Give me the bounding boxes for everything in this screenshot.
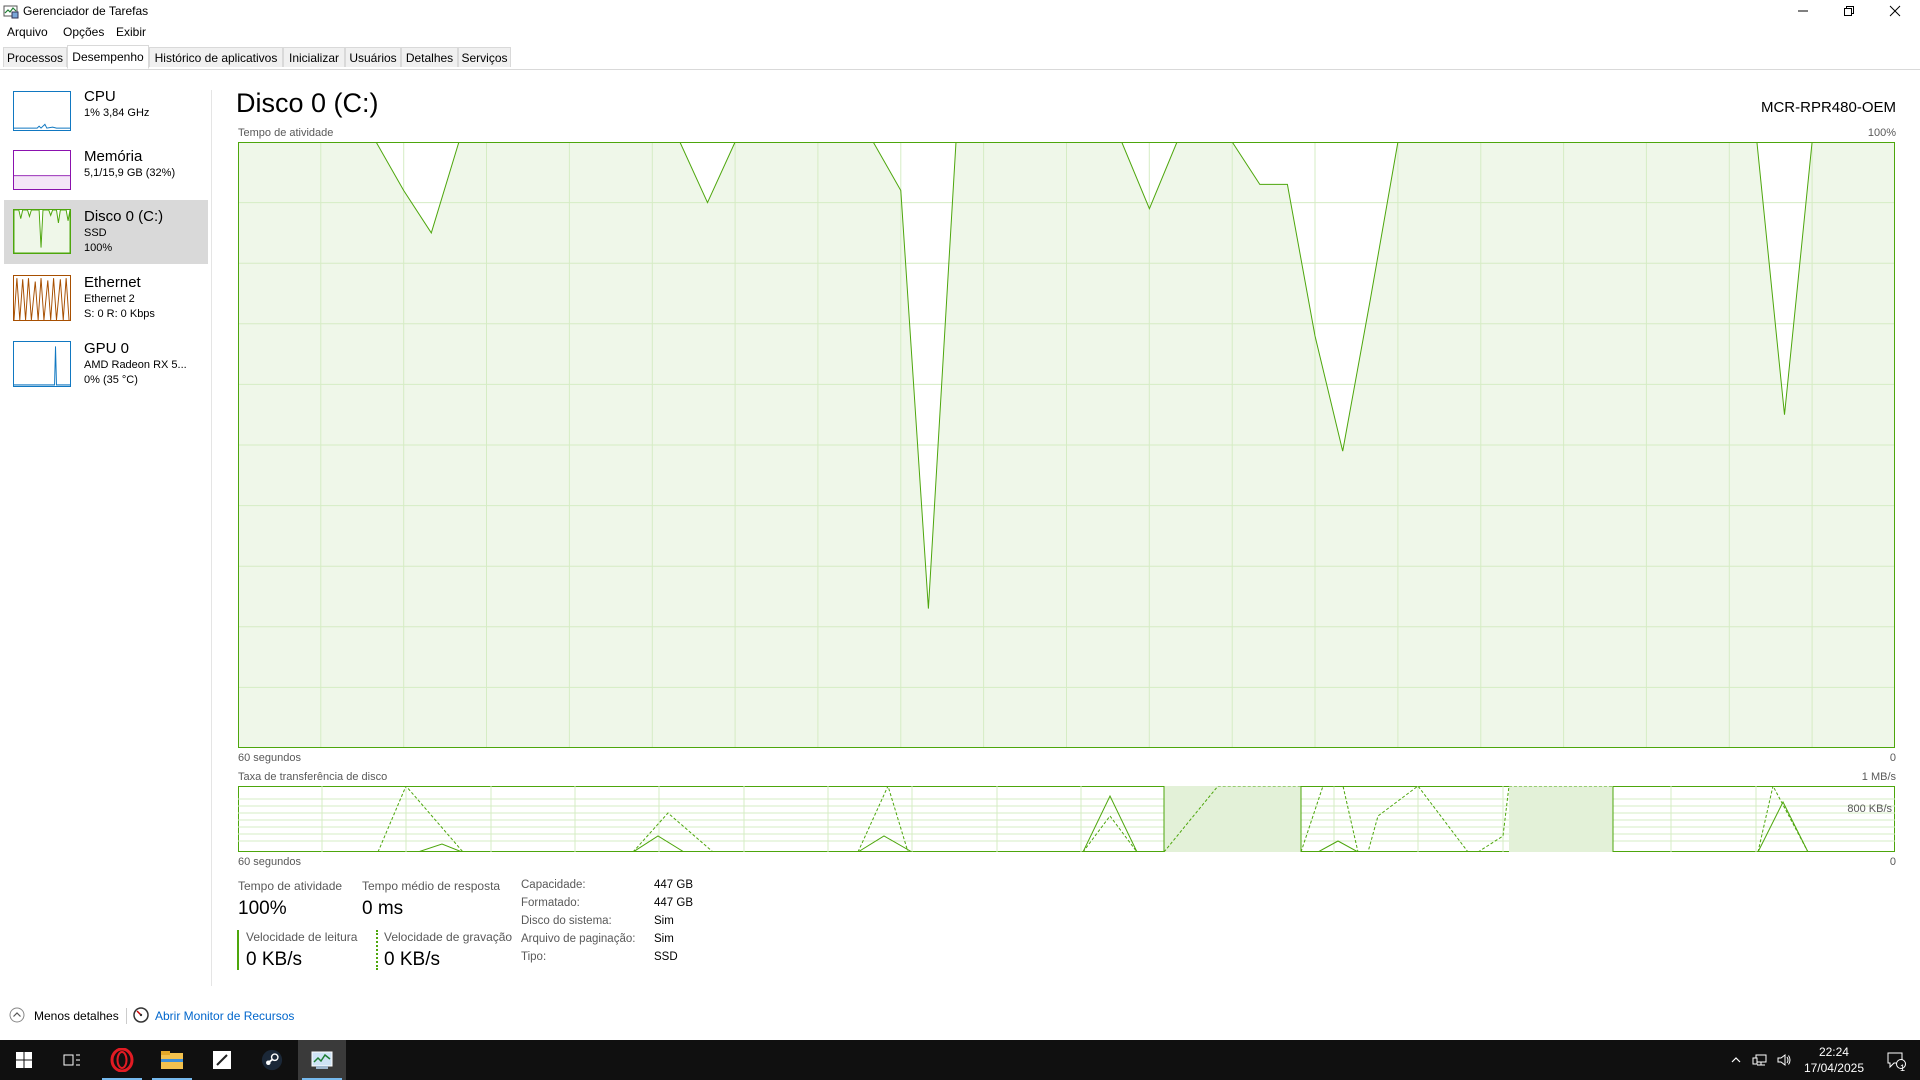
notepad-icon[interactable] [198,1040,246,1080]
property-value: 447 GB [654,897,693,909]
activity-stat-value: 100% [238,898,287,919]
gpu-thumbnail-graph [13,341,71,387]
tab-usuarios[interactable]: Usuários [345,47,401,67]
sidebar-item-detail: AMD Radeon RX 5... [84,359,187,371]
chevron-up-icon[interactable] [9,1007,25,1023]
resource-monitor-icon[interactable] [133,1007,149,1023]
footer-bar: Menos detalhes Abrir Monitor de Recursos [0,1002,1920,1028]
sidebar-item-label: Memória [84,148,143,165]
sidebar-item-label: Disco 0 (C:) [84,208,164,225]
notification-icon[interactable]: 1 [1880,1040,1912,1080]
transfer-time-label: 60 segundos [238,856,301,868]
property-value: 447 GB [654,879,693,891]
clock[interactable]: 22:24 17/04/2025 [1804,1044,1864,1076]
read-speed-label: Velocidade de leitura [246,930,358,944]
tab-detalhes[interactable]: Detalhes [401,47,458,67]
sidebar-item-throughput: S: 0 R: 0 Kbps [84,308,155,320]
minimize-button[interactable] [1780,0,1826,22]
property-key: Arquivo de paginação: [521,933,636,945]
activity-time-label: 60 segundos [238,752,301,764]
task-manager-taskbar-icon[interactable] [298,1040,346,1080]
memory-thumbnail-graph [13,150,71,190]
performance-sidebar: CPU 1% 3,84 GHz Memória 5,1/15,9 GB (32%… [0,86,210,986]
clock-time: 22:24 [1818,1045,1849,1059]
title-bar: Gerenciador de Tarefas [0,0,1920,22]
disk-model: MCR-RPR480-OEM [1760,99,1896,116]
write-speed-indicator [376,930,378,970]
volume-icon[interactable] [1773,1040,1795,1080]
sidebar-item-detail: 5,1/15,9 GB (32%) [84,167,176,179]
notification-count: 1 [1900,1063,1906,1073]
chevron-up-icon[interactable] [1725,1040,1747,1080]
property-key: Formatado: [521,897,580,909]
property-value: Sim [654,933,674,945]
response-stat-value: 0 ms [362,898,404,919]
cpu-thumbnail-graph [13,91,71,131]
sidebar-item-label: GPU 0 [84,340,130,357]
transfer-mid-label: 800 KB/s [1847,803,1892,815]
sidebar-item-usage: 100% [84,242,113,254]
activity-zero-label: 0 [1889,752,1896,764]
property-value: SSD [654,951,678,963]
sidebar-item-label: Ethernet [84,274,141,291]
sidebar-item-usage: 0% (35 °C) [84,374,138,386]
transfer-graph [238,786,1895,852]
window-title: Gerenciador de Tarefas [23,4,149,18]
write-speed-label: Velocidade de gravação [384,930,513,944]
tab-servicos[interactable]: Serviços [458,47,511,67]
tab-strip: Processos Desempenho Histórico de aplica… [0,45,1920,70]
transfer-zero-label: 0 [1889,856,1896,868]
sidebar-item-detail: Ethernet 2 [84,293,135,305]
sidebar-item-disk[interactable]: Disco 0 (C:) SSD 100% [4,200,208,264]
sidebar-item-cpu[interactable]: CPU 1% 3,84 GHz [4,86,208,150]
clock-date: 17/04/2025 [1803,1061,1864,1075]
activity-stat-label: Tempo de atividade [238,879,343,893]
read-speed-value: 0 KB/s [246,949,302,970]
tab-historico[interactable]: Histórico de aplicativos [149,47,283,67]
property-key: Capacidade: [521,879,586,891]
sidebar-item-label: CPU [84,88,116,105]
taskbar: 22:24 17/04/2025 1 [0,1040,1920,1080]
open-resource-monitor-link[interactable]: Abrir Monitor de Recursos [155,1009,294,1023]
property-value: Sim [654,915,674,927]
ethernet-thumbnail-graph [13,275,71,321]
response-stat-label: Tempo médio de resposta [362,879,501,893]
tab-desempenho[interactable]: Desempenho [67,45,149,69]
sidebar-item-detail: 1% 3,84 GHz [84,107,150,119]
fewer-details-button[interactable]: Menos detalhes [34,1009,119,1023]
sidebar-item-ethernet[interactable]: Ethernet Ethernet 2 S: 0 R: 0 Kbps [4,266,208,330]
sidebar-divider [211,90,212,986]
menu-opcoes[interactable]: Opções [63,25,104,39]
restore-button[interactable] [1826,0,1872,22]
tab-inicializar[interactable]: Inicializar [283,47,345,67]
write-speed-value: 0 KB/s [384,949,440,970]
network-icon[interactable] [1749,1040,1771,1080]
property-key: Tipo: [521,951,547,963]
footer-divider [126,1008,127,1024]
file-explorer-icon[interactable] [148,1040,196,1080]
sidebar-item-detail: SSD [84,227,107,239]
menu-exibir[interactable]: Exibir [116,25,146,39]
task-view-icon[interactable] [48,1040,96,1080]
start-icon[interactable] [0,1040,48,1080]
transfer-graph-max: 1 MB/s [1861,771,1896,783]
read-speed-indicator [237,930,239,970]
activity-graph [238,142,1895,748]
property-key: Disco do sistema: [521,915,612,927]
sidebar-item-gpu[interactable]: GPU 0 AMD Radeon RX 5... 0% (35 °C) [4,332,208,396]
transfer-graph-label: Taxa de transferência de disco [238,771,388,783]
close-button[interactable] [1872,0,1918,22]
activity-graph-max: 100% [1867,127,1896,139]
tab-processos[interactable]: Processos [3,47,67,67]
page-title: Disco 0 (C:) [236,88,379,118]
menu-arquivo[interactable]: Arquivo [7,25,48,39]
steam-icon[interactable] [248,1040,296,1080]
disk-thumbnail-graph [13,209,71,254]
task-manager-icon [3,3,19,19]
opera-icon[interactable] [98,1040,146,1080]
activity-graph-label: Tempo de atividade [238,127,334,139]
